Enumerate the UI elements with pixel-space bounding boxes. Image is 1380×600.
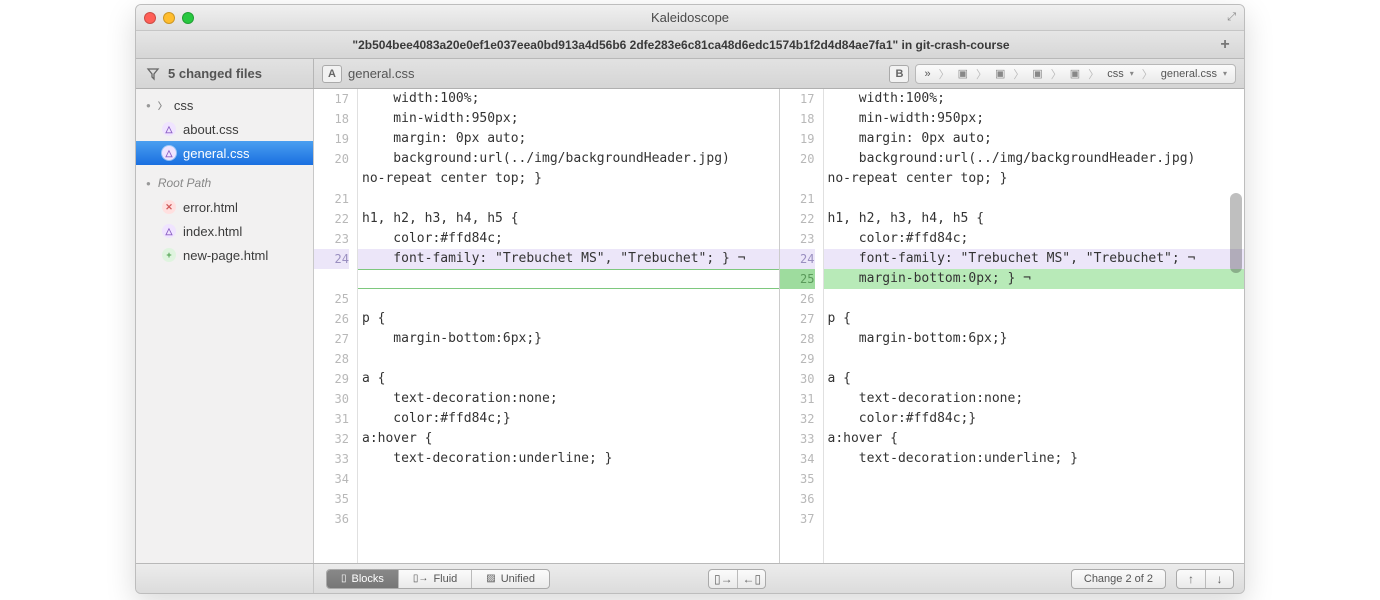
- folder-icon[interactable]: ▣: [950, 67, 976, 80]
- unified-icon: ▨: [486, 573, 495, 584]
- modified-icon: △: [162, 146, 176, 160]
- sidebar-item-newpage[interactable]: + new-page.html: [136, 243, 313, 267]
- sidebar[interactable]: ● 〉 css △ about.css △ general.css ● Root…: [136, 89, 314, 563]
- breadcrumb-sep-icon: 〉: [1051, 66, 1062, 82]
- tree-section-root[interactable]: ● Root Path: [136, 171, 313, 195]
- added-icon: +: [162, 248, 176, 262]
- blocks-icon: ▯: [341, 573, 347, 584]
- pane-a-badge[interactable]: A: [322, 65, 342, 83]
- window-title: Kaleidoscope: [136, 10, 1244, 25]
- copy-right-button[interactable]: ▯→: [709, 570, 737, 588]
- bullet-icon: ●: [146, 101, 151, 110]
- merge-buttons: ▯→ ←▯: [708, 569, 766, 589]
- app-window: Kaleidoscope ⤢ "2b504bee4083a20e0ef1e037…: [135, 4, 1245, 594]
- status-right: Change 2 of 2 ↑ ↓: [1071, 569, 1234, 589]
- breadcrumb[interactable]: » 〉 ▣ 〉 ▣ 〉 ▣ 〉 ▣ 〉 css▾ 〉 general.css▾: [915, 64, 1236, 84]
- breadcrumb-more[interactable]: »: [916, 68, 938, 80]
- tabbar: "2b504bee4083a20e0ef1e037eea0bd913a4d56b…: [136, 31, 1244, 59]
- view-fluid-button[interactable]: ▯→Fluid: [399, 570, 472, 588]
- filter-icon[interactable]: [146, 67, 160, 81]
- tab-title[interactable]: "2b504bee4083a20e0ef1e037eea0bd913a4d56b…: [146, 38, 1216, 52]
- folder-icon[interactable]: ▣: [1024, 67, 1050, 80]
- section-label: css: [174, 98, 303, 113]
- statusbar: ▯Blocks ▯→Fluid ▨Unified ▯→ ←▯ Change 2 …: [136, 563, 1244, 593]
- gutter-b: 1718192021222324252627282930313233343536…: [780, 89, 824, 563]
- prev-change-button[interactable]: ↑: [1177, 570, 1205, 588]
- deleted-icon: ✕: [162, 200, 176, 214]
- breadcrumb-sep-icon: 〉: [1013, 66, 1024, 82]
- pane-b-badge[interactable]: B: [889, 65, 909, 83]
- folder-icon[interactable]: ▣: [987, 67, 1013, 80]
- toolbar: 5 changed files A general.css B » 〉 ▣ 〉 …: [136, 59, 1244, 89]
- pane-b[interactable]: 1718192021222324252627282930313233343536…: [779, 89, 1245, 563]
- sidebar-item-general[interactable]: △ general.css: [136, 141, 313, 165]
- sidebar-item-error[interactable]: ✕ error.html: [136, 195, 313, 219]
- code-b[interactable]: width:100%; min-width:950px; margin: 0px…: [824, 89, 1245, 563]
- file-a-label: general.css: [348, 66, 414, 81]
- modified-icon: △: [162, 224, 176, 238]
- view-unified-button[interactable]: ▨Unified: [472, 570, 549, 588]
- caret-down-icon: ▾: [1130, 69, 1134, 78]
- pane-a[interactable]: 1718192021222324252627282930313233343536…: [314, 89, 779, 563]
- code-a[interactable]: width:100%; min-width:950px; margin: 0px…: [358, 89, 779, 563]
- gutter-a: 1718192021222324252627282930313233343536: [314, 89, 358, 563]
- sidebar-footer: [146, 564, 314, 593]
- copy-left-button[interactable]: ←▯: [737, 570, 765, 588]
- bullet-icon: ●: [146, 179, 151, 188]
- view-mode-segmented: ▯Blocks ▯→Fluid ▨Unified: [326, 569, 550, 589]
- breadcrumb-sep-icon: 〉: [976, 66, 987, 82]
- scrollbar-thumb[interactable]: [1230, 193, 1242, 273]
- tree-section-css[interactable]: ● 〉 css: [136, 93, 313, 117]
- sidebar-item-index[interactable]: △ index.html: [136, 219, 313, 243]
- breadcrumb-file[interactable]: general.css▾: [1153, 68, 1235, 80]
- breadcrumb-sep-icon: 〉: [1142, 66, 1153, 82]
- breadcrumb-folder-css[interactable]: css▾: [1099, 68, 1142, 80]
- breadcrumb-sep-icon: 〉: [939, 66, 950, 82]
- modified-icon: △: [162, 122, 176, 136]
- sidebar-header: 5 changed files: [136, 59, 314, 88]
- disclosure-icon[interactable]: 〉: [158, 99, 167, 112]
- fluid-icon: ▯→: [413, 573, 429, 584]
- main: ● 〉 css △ about.css △ general.css ● Root…: [136, 89, 1244, 563]
- sidebar-item-about[interactable]: △ about.css: [136, 117, 313, 141]
- titlebar[interactable]: Kaleidoscope ⤢: [136, 5, 1244, 31]
- changed-files-label: 5 changed files: [168, 66, 262, 81]
- diff-panes: 1718192021222324252627282930313233343536…: [314, 89, 1244, 563]
- change-indicator[interactable]: Change 2 of 2: [1071, 569, 1166, 589]
- breadcrumb-sep-icon: 〉: [1088, 66, 1099, 82]
- folder-icon[interactable]: ▣: [1062, 67, 1088, 80]
- view-blocks-button[interactable]: ▯Blocks: [327, 570, 399, 588]
- caret-down-icon: ▾: [1223, 69, 1227, 78]
- add-tab-button[interactable]: +: [1216, 36, 1234, 54]
- next-change-button[interactable]: ↓: [1205, 570, 1233, 588]
- toolbar-right: A general.css B » 〉 ▣ 〉 ▣ 〉 ▣ 〉 ▣ 〉 css▾…: [314, 64, 1244, 84]
